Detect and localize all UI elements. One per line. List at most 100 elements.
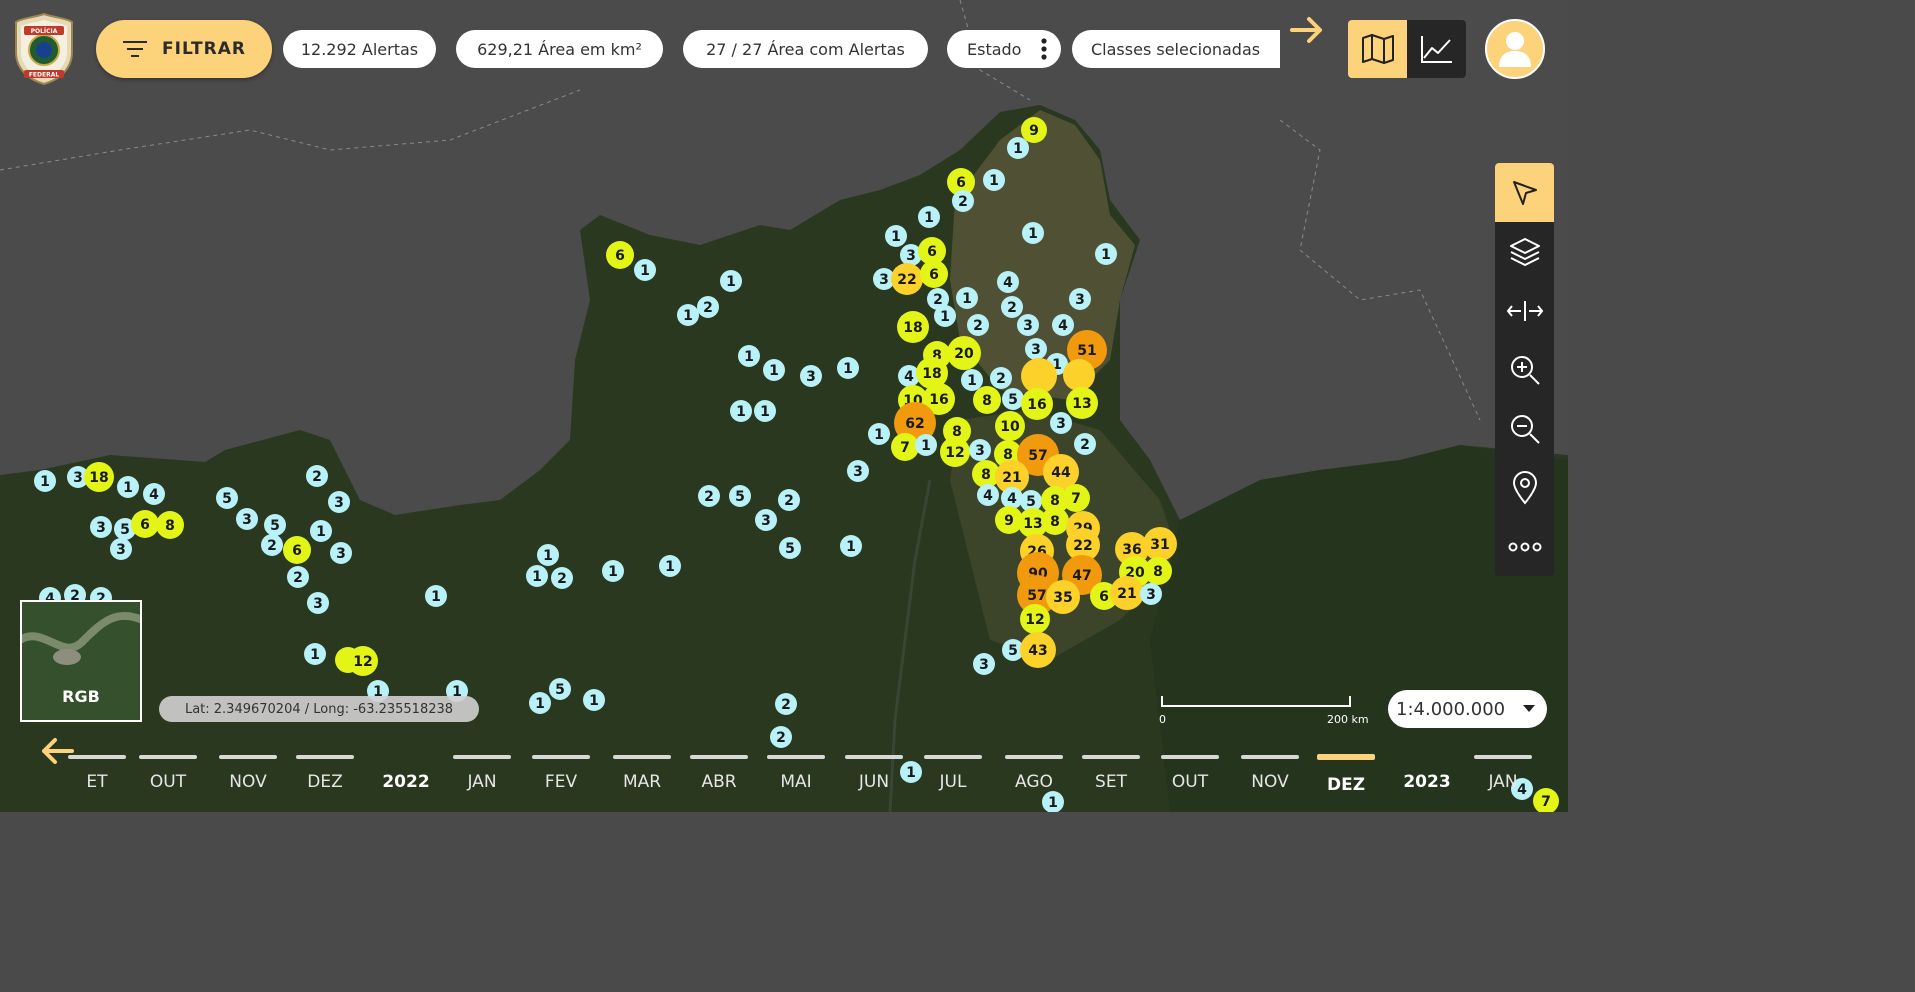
alert-cluster-marker[interactable]: 2 bbox=[778, 489, 800, 511]
filter-button[interactable]: FILTRAR bbox=[96, 20, 272, 78]
timeline-month-bar[interactable] bbox=[1161, 755, 1219, 759]
alert-cluster-marker[interactable]: 18 bbox=[84, 462, 114, 492]
alert-cluster-marker[interactable]: 2 bbox=[697, 296, 719, 318]
timeline-month-bar[interactable] bbox=[219, 755, 277, 759]
alert-cluster-marker[interactable]: 2 bbox=[770, 726, 792, 748]
alert-cluster-marker[interactable]: 1 bbox=[961, 369, 983, 391]
timeline-month-label[interactable]: NOV bbox=[229, 772, 266, 792]
alert-cluster-marker[interactable]: 1 bbox=[583, 689, 605, 711]
alert-cluster-marker[interactable]: 12 bbox=[940, 437, 970, 467]
alert-cluster-marker[interactable]: 1 bbox=[918, 206, 940, 228]
alert-cluster-marker[interactable]: 3 bbox=[1050, 412, 1072, 434]
alert-cluster-marker[interactable]: 2 bbox=[1001, 296, 1023, 318]
alert-cluster-marker[interactable]: 8 bbox=[1144, 557, 1172, 585]
map-view-button[interactable] bbox=[1348, 20, 1407, 78]
alert-cluster-marker[interactable]: 2 bbox=[967, 314, 989, 336]
timeline-month-label[interactable]: AGO bbox=[1015, 772, 1053, 792]
alert-cluster-marker[interactable]: 6 bbox=[606, 241, 634, 269]
alert-cluster-marker[interactable]: 3 bbox=[1025, 338, 1047, 360]
alert-cluster-marker[interactable]: 3 bbox=[1069, 288, 1091, 310]
more-tools[interactable] bbox=[1495, 517, 1554, 576]
alert-cluster-marker[interactable]: 3 bbox=[755, 509, 777, 531]
alert-cluster-marker[interactable]: 1 bbox=[915, 434, 937, 456]
alert-cluster-marker[interactable]: 7 bbox=[1062, 484, 1090, 512]
satellite-map[interactable]: 916 1211 13 6 13 22 6 42 12 3118 2 3 45138 2014 18 1 210… bbox=[0, 0, 1568, 812]
alert-cluster-marker[interactable]: 10 bbox=[995, 411, 1025, 441]
alert-cluster-marker[interactable]: 1 bbox=[310, 520, 332, 542]
alert-cluster-marker[interactable]: 43 bbox=[1020, 632, 1056, 668]
alert-cluster-marker[interactable]: 3 bbox=[330, 542, 352, 564]
alert-cluster-marker[interactable]: 22 bbox=[891, 263, 923, 295]
timeline-month-bar[interactable] bbox=[845, 755, 903, 759]
timeline-month-label[interactable]: FEV bbox=[545, 772, 577, 792]
timeline-month-bar[interactable] bbox=[296, 755, 354, 759]
alert-cluster-marker[interactable]: 8 bbox=[1041, 507, 1069, 535]
chart-view-button[interactable] bbox=[1407, 20, 1466, 78]
alert-cluster-marker[interactable]: 1 bbox=[837, 357, 859, 379]
alert-cluster-marker[interactable]: 5 bbox=[779, 537, 801, 559]
alert-cluster-marker[interactable]: 1 bbox=[304, 643, 326, 665]
alert-cluster-marker[interactable]: 4 bbox=[1001, 487, 1023, 509]
alert-cluster-marker[interactable]: 5 bbox=[216, 487, 238, 509]
alert-cluster-marker[interactable]: 3 bbox=[110, 538, 132, 560]
timeline-month-label[interactable]: SET bbox=[1095, 772, 1127, 792]
arrow-right-icon[interactable] bbox=[1290, 14, 1324, 54]
timeline-month-label[interactable]: ET bbox=[86, 772, 107, 792]
basemap-thumbnail[interactable]: RGB bbox=[20, 600, 142, 722]
timeline-month-bar[interactable] bbox=[767, 755, 825, 759]
alert-cluster-marker[interactable]: 16 bbox=[1021, 388, 1053, 420]
layers-tool[interactable] bbox=[1495, 222, 1554, 281]
alert-cluster-marker[interactable]: 3 bbox=[800, 365, 822, 387]
alert-cluster-marker[interactable] bbox=[1063, 359, 1095, 391]
alert-cluster-marker[interactable]: 2 bbox=[698, 485, 720, 507]
timeline-month-label[interactable]: OUT bbox=[150, 772, 186, 792]
alert-cluster-marker[interactable]: 3 bbox=[973, 653, 995, 675]
alert-cluster-marker[interactable]: 4 bbox=[143, 483, 165, 505]
alert-cluster-marker[interactable]: 1 bbox=[1095, 243, 1117, 265]
timeline-month-label[interactable]: NOV bbox=[1251, 772, 1288, 792]
alert-cluster-marker[interactable]: 5 bbox=[729, 485, 751, 507]
timeline-month-bar[interactable] bbox=[690, 755, 748, 759]
alert-cluster-marker[interactable]: 1 bbox=[720, 270, 742, 292]
timeline-month-label[interactable]: DEZ bbox=[307, 772, 342, 792]
alert-cluster-marker[interactable]: 3 bbox=[1140, 583, 1162, 605]
selected-classes-selector[interactable]: Classes selecionadas bbox=[1072, 30, 1280, 68]
timeline-month-bar[interactable] bbox=[68, 755, 126, 759]
measure-tool[interactable] bbox=[1495, 281, 1554, 340]
timeline-month-bar[interactable] bbox=[1005, 755, 1063, 759]
alert-cluster-marker[interactable]: 1 bbox=[1022, 222, 1044, 244]
scale-ratio-select[interactable]: 1:4.000.000 bbox=[1388, 690, 1547, 728]
alert-cluster-marker[interactable]: 1 bbox=[730, 400, 752, 422]
timeline-month-label[interactable]: ABR bbox=[701, 772, 736, 792]
alert-cluster-marker[interactable]: 1 bbox=[840, 535, 862, 557]
alert-cluster-marker[interactable]: 12 bbox=[348, 646, 378, 676]
alert-cluster-marker[interactable]: 1 bbox=[537, 544, 559, 566]
alert-cluster-marker[interactable]: 1 bbox=[956, 287, 978, 309]
alert-cluster-marker[interactable]: 1 bbox=[885, 225, 907, 247]
alert-cluster-marker[interactable]: 3 bbox=[1017, 314, 1039, 336]
alert-cluster-marker[interactable]: 2 bbox=[990, 367, 1012, 389]
zoom-in-tool[interactable] bbox=[1495, 340, 1554, 399]
alert-cluster-marker[interactable]: 3 bbox=[236, 508, 258, 530]
alert-cluster-marker[interactable]: 13 bbox=[1066, 387, 1098, 419]
alert-cluster-marker[interactable]: 2 bbox=[952, 190, 974, 212]
alert-cluster-marker[interactable]: 21 bbox=[1110, 576, 1144, 610]
pointer-tool[interactable] bbox=[1495, 163, 1554, 222]
alert-cluster-marker[interactable]: 1 bbox=[602, 560, 624, 582]
alert-cluster-marker[interactable]: 9 bbox=[1021, 117, 1047, 143]
alert-cluster-marker[interactable]: 1 bbox=[900, 761, 922, 783]
timeline-month-label[interactable]: DEZ bbox=[1327, 775, 1365, 795]
timeline-month-bar[interactable] bbox=[1317, 754, 1375, 760]
alert-cluster-marker[interactable]: 4 bbox=[997, 271, 1019, 293]
timeline-month-bar[interactable] bbox=[924, 755, 982, 759]
alert-cluster-marker[interactable]: 18 bbox=[897, 311, 929, 343]
alert-cluster-marker[interactable]: 1 bbox=[1007, 137, 1029, 159]
alert-cluster-marker[interactable]: 4 bbox=[977, 484, 999, 506]
alert-cluster-marker[interactable]: 1 bbox=[934, 305, 956, 327]
alert-cluster-marker[interactable]: 1 bbox=[983, 169, 1005, 191]
alert-cluster-marker[interactable]: 31 bbox=[1143, 527, 1177, 561]
alert-cluster-marker[interactable]: 3 bbox=[847, 460, 869, 482]
alert-cluster-marker[interactable]: 2 bbox=[551, 567, 573, 589]
timeline-month-bar[interactable] bbox=[453, 755, 511, 759]
state-selector[interactable]: Estado bbox=[947, 30, 1061, 68]
